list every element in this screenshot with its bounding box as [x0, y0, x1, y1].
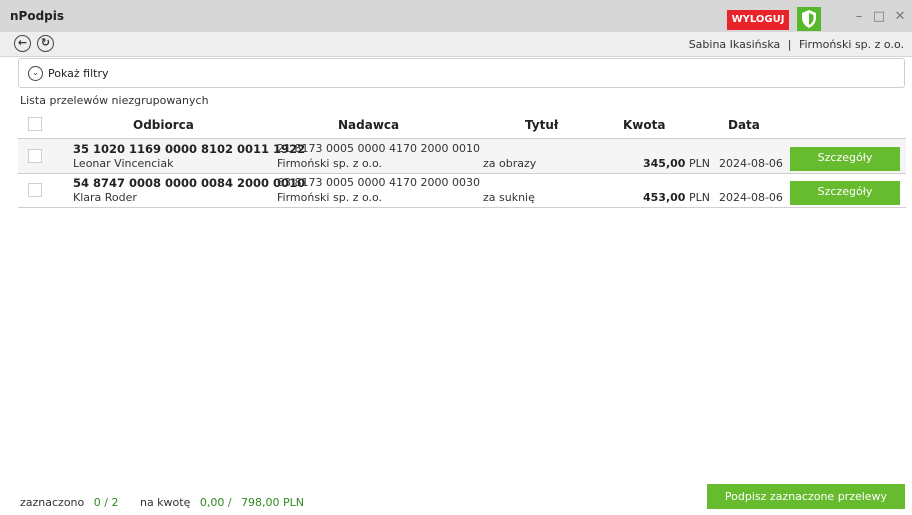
back-icon[interactable]: ← [14, 35, 31, 52]
amount-currency: PLN [688, 157, 710, 170]
user-name: Sabina Ikasińska [688, 38, 781, 51]
nav-bar: ← ↻ Sabina Ikasińska | Firmoński sp. z o… [0, 32, 912, 57]
company-name: Firmoński sp. z o.o. [798, 38, 904, 51]
header-sender: Nadawca [338, 118, 400, 132]
user-separator: | [787, 38, 792, 51]
row-checkbox[interactable] [28, 183, 42, 197]
app-title: nPodpis [10, 9, 65, 23]
selection-summary: zaznaczono 0 / 2 na kwotę 0,00 / 798,00 … [20, 496, 304, 509]
row-checkbox[interactable] [28, 149, 42, 163]
sender-name: Firmoński sp. z o.o. [277, 191, 383, 204]
sign-selected-button[interactable]: Podpisz zaznaczone przelewy [707, 484, 905, 509]
minimize-icon[interactable]: – [850, 8, 868, 26]
row-divider [18, 173, 906, 174]
recipient-name: Leonar Vincenciak [73, 157, 174, 170]
amount-currency: PLN [688, 191, 710, 204]
shield-icon [797, 7, 821, 31]
maximize-icon[interactable]: □ [870, 8, 888, 26]
transfer-amount: 345,00 PLN [643, 157, 710, 170]
transfer-amount: 453,00 PLN [643, 191, 710, 204]
transfer-date: 2024-08-06 [719, 157, 783, 170]
header-amount: Kwota [623, 118, 666, 132]
show-filters-label[interactable]: Pokaż filtry [48, 67, 109, 80]
chevron-down-icon[interactable]: ⌄ [28, 66, 43, 81]
amount-value: 453,00 [643, 191, 686, 204]
refresh-icon[interactable]: ↻ [37, 35, 54, 52]
sender-account: 63 8173 0005 0000 4170 2000 0030 [277, 176, 480, 189]
transfer-title: za obrazy [483, 157, 537, 170]
logout-button[interactable]: WYLOGUJ [727, 10, 789, 30]
recipient-account: 54 8747 0008 0000 0084 2000 0010 [73, 176, 306, 190]
transfer-title: za suknię [483, 191, 535, 204]
selected-count: 0 / 2 [93, 496, 119, 509]
filters-panel[interactable]: ⌄ Pokaż filtry [18, 58, 905, 88]
total-amount: 798,00 PLN [241, 496, 305, 509]
list-title: Lista przelewów niezgrupowanych [20, 94, 209, 107]
selected-label: zaznaczono [20, 496, 85, 509]
user-info: Sabina Ikasińska | Firmoński sp. z o.o. [689, 38, 904, 51]
sender-name: Firmoński sp. z o.o. [277, 157, 383, 170]
select-all-checkbox[interactable] [28, 117, 42, 131]
recipient-account: 35 1020 1169 0000 8102 0011 1922 [73, 142, 306, 156]
row-divider [18, 207, 906, 208]
sender-account: 21 8173 0005 0000 4170 2000 0010 [277, 142, 480, 155]
transfer-date: 2024-08-06 [719, 191, 783, 204]
amount-label: na kwotę [139, 496, 191, 509]
details-button[interactable]: Szczegóły [790, 147, 900, 171]
header-recipient: Odbiorca [133, 118, 194, 132]
header-title: Tytuł [525, 118, 559, 132]
amount-value: 345,00 [643, 157, 686, 170]
details-button[interactable]: Szczegóły [790, 181, 900, 205]
selected-amount: 0,00 / [199, 496, 232, 509]
title-bar: nPodpis WYLOGUJ – □ ✕ [0, 0, 912, 32]
recipient-name: Klara Roder [73, 191, 137, 204]
close-icon[interactable]: ✕ [891, 8, 909, 26]
header-date: Data [728, 118, 760, 132]
